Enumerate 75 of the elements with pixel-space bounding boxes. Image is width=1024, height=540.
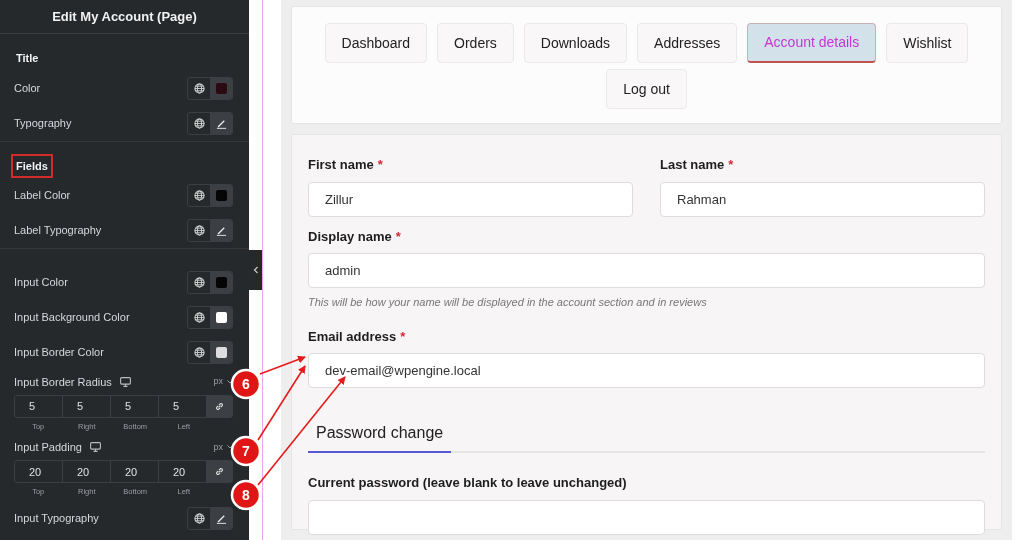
- dimension-input[interactable]: 5: [15, 396, 63, 417]
- control-label: Label Typography: [14, 223, 102, 239]
- panel-title: Edit My Account (Page): [52, 7, 197, 26]
- field-label: Email address: [308, 328, 397, 344]
- input-field[interactable]: admin: [308, 253, 985, 288]
- control-group[interactable]: [187, 341, 233, 364]
- input-field[interactable]: [308, 499, 985, 535]
- control-label: Color: [14, 80, 41, 96]
- section-heading: Title: [15, 51, 40, 66]
- collapse-handle[interactable]: [249, 250, 262, 290]
- input-field[interactable]: Zillur: [308, 181, 633, 217]
- pencil-icon: [215, 225, 227, 236]
- required-mark: *: [400, 328, 406, 344]
- control-group[interactable]: [187, 219, 233, 242]
- globe-icon: [193, 277, 205, 288]
- control-group[interactable]: [187, 184, 233, 207]
- control-label: Input Typography: [14, 510, 99, 526]
- color-swatch[interactable]: [215, 82, 227, 94]
- input-field[interactable]: Rahman: [660, 181, 985, 217]
- caret-icon: [227, 380, 233, 384]
- field-label: Current password (leave blank to leave unchanged): [308, 475, 627, 490]
- control-group[interactable]: [187, 271, 233, 294]
- control-label: Label Color: [14, 188, 71, 204]
- nav-tab[interactable]: Wishlist: [886, 23, 969, 63]
- desktop-icon: [89, 442, 101, 453]
- field-label: Last name: [660, 157, 725, 172]
- control-group[interactable]: [187, 111, 233, 135]
- color-swatch[interactable]: [215, 347, 227, 358]
- dimension-input[interactable]: 5: [63, 396, 111, 417]
- nav-tab[interactable]: Dashboard: [324, 23, 428, 63]
- link-button[interactable]: [207, 396, 232, 417]
- section-heading: Fields: [11, 153, 53, 178]
- control-label: Input Background Color: [14, 310, 130, 326]
- link-icon: [214, 466, 225, 478]
- color-swatch[interactable]: [215, 190, 227, 201]
- section-title: Password change: [308, 421, 452, 453]
- dimension-input[interactable]: 20: [111, 461, 159, 483]
- input-field[interactable]: dev-email@wpengine.local: [308, 353, 985, 388]
- dimension-input[interactable]: 20: [63, 461, 111, 483]
- color-swatch[interactable]: [215, 312, 227, 323]
- control-label: Input Padding: [14, 440, 82, 455]
- field-label: First name: [308, 157, 374, 172]
- dimension-input[interactable]: 20: [15, 461, 63, 483]
- control-label: Input Color: [14, 275, 68, 291]
- link-button[interactable]: [207, 461, 232, 483]
- control-label: Input Border Color: [14, 345, 104, 361]
- caret-icon: [227, 445, 233, 450]
- color-swatch[interactable]: [215, 277, 227, 288]
- control-group[interactable]: [187, 306, 233, 329]
- link-icon: [214, 401, 225, 412]
- nav-tab[interactable]: Addresses: [637, 23, 738, 63]
- globe-icon: [193, 512, 205, 524]
- control-group[interactable]: [187, 506, 233, 530]
- nav-tab[interactable]: Downloads: [523, 23, 628, 63]
- control-label: Typography: [14, 115, 72, 131]
- nav-tab[interactable]: Log out: [606, 69, 687, 109]
- nav-tab[interactable]: Orders: [437, 23, 514, 63]
- globe-icon: [193, 82, 205, 94]
- required-mark: *: [395, 228, 401, 244]
- globe-icon: [193, 312, 205, 323]
- required-mark: *: [728, 157, 734, 172]
- unit-selector[interactable]: px: [213, 375, 233, 389]
- field-label: Display name: [308, 228, 392, 244]
- globe-icon: [193, 225, 205, 236]
- chevron-left-icon: [252, 266, 259, 274]
- desktop-icon: [119, 377, 131, 387]
- field-hint: This will be how your name will be displayed in the account section and in reviews: [308, 295, 708, 310]
- dimension-input[interactable]: 5: [111, 396, 159, 417]
- control-group[interactable]: [187, 76, 233, 100]
- globe-icon: [193, 347, 205, 358]
- required-mark: *: [377, 157, 383, 172]
- control-label: Input Border Radius: [14, 374, 112, 390]
- unit-selector[interactable]: px: [213, 440, 233, 454]
- globe-icon: [193, 190, 205, 201]
- globe-icon: [193, 117, 205, 129]
